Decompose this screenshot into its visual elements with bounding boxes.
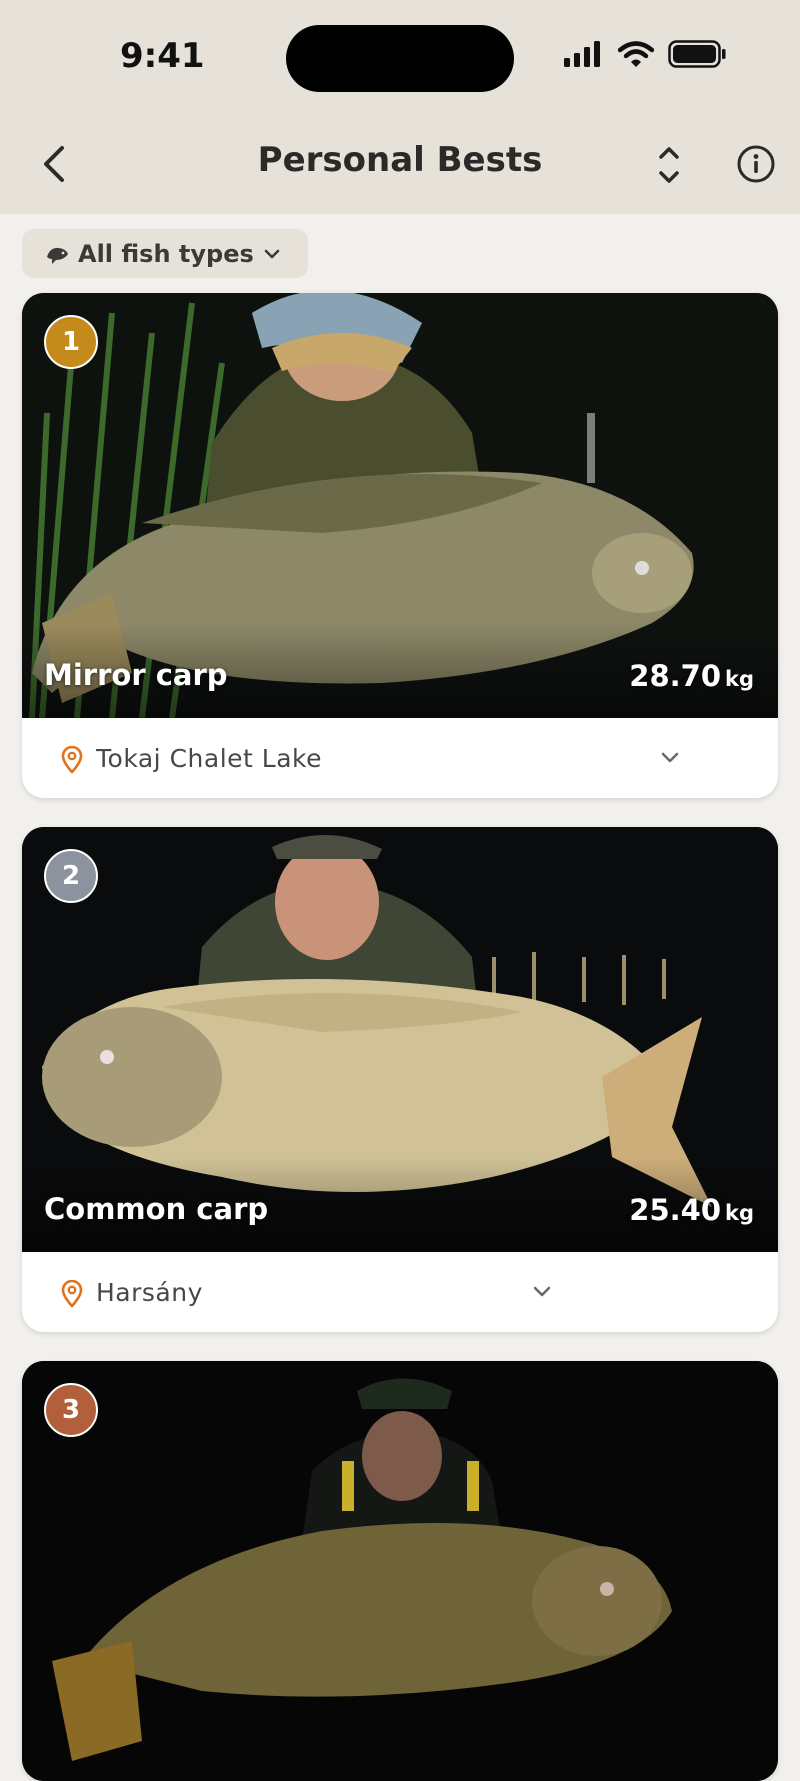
catch-card[interactable]: 2 Common carp 25.40 kg Harsány bbox=[22, 827, 778, 1332]
weight-unit: kg bbox=[725, 667, 754, 691]
location-pin-icon bbox=[61, 746, 83, 774]
chevron-down-icon[interactable] bbox=[530, 1282, 554, 1302]
dynamic-island bbox=[286, 25, 514, 92]
catch-card[interactable]: 3 bbox=[22, 1361, 778, 1781]
weight-unit: kg bbox=[725, 1201, 754, 1225]
catch-weight: 28.70 kg bbox=[629, 659, 754, 693]
location-row[interactable]: Harsány bbox=[22, 1252, 778, 1332]
chevron-down-icon bbox=[264, 249, 280, 258]
species-name: Common carp bbox=[44, 1192, 269, 1226]
cellular-signal-icon bbox=[564, 41, 600, 67]
filter-label: All fish types bbox=[78, 239, 254, 268]
location-pin-icon bbox=[61, 1280, 83, 1308]
weight-value: 28.70 bbox=[629, 659, 721, 693]
info-icon[interactable] bbox=[736, 144, 776, 184]
catch-weight: 25.40 kg bbox=[629, 1193, 754, 1227]
location-name: Tokaj Chalet Lake bbox=[96, 744, 322, 773]
weight-value: 25.40 bbox=[629, 1193, 721, 1227]
species-name: Mirror carp bbox=[44, 658, 228, 692]
fish-type-filter[interactable]: All fish types bbox=[22, 229, 308, 278]
status-icons bbox=[564, 40, 726, 68]
catch-photo: 2 Common carp 25.40 kg bbox=[22, 827, 778, 1252]
rank-badge: 2 bbox=[44, 849, 98, 903]
catch-photo: 3 bbox=[22, 1361, 778, 1781]
top-bar: 9:41 Personal Bests bbox=[0, 0, 800, 214]
chevron-down-icon[interactable] bbox=[658, 748, 682, 768]
sort-icon[interactable] bbox=[650, 142, 688, 188]
battery-icon bbox=[668, 40, 726, 68]
location-name: Harsány bbox=[96, 1278, 203, 1307]
catch-card[interactable]: 1 Mirror carp 28.70 kg Tokaj Chalet Lake bbox=[22, 293, 778, 798]
wifi-icon bbox=[618, 41, 654, 67]
status-time: 9:41 bbox=[120, 36, 205, 76]
location-row[interactable]: Tokaj Chalet Lake bbox=[22, 718, 778, 798]
fish-icon bbox=[47, 247, 68, 264]
catch-photo: 1 Mirror carp 28.70 kg bbox=[22, 293, 778, 718]
rank-badge: 3 bbox=[44, 1383, 98, 1437]
rank-badge: 1 bbox=[44, 315, 98, 369]
